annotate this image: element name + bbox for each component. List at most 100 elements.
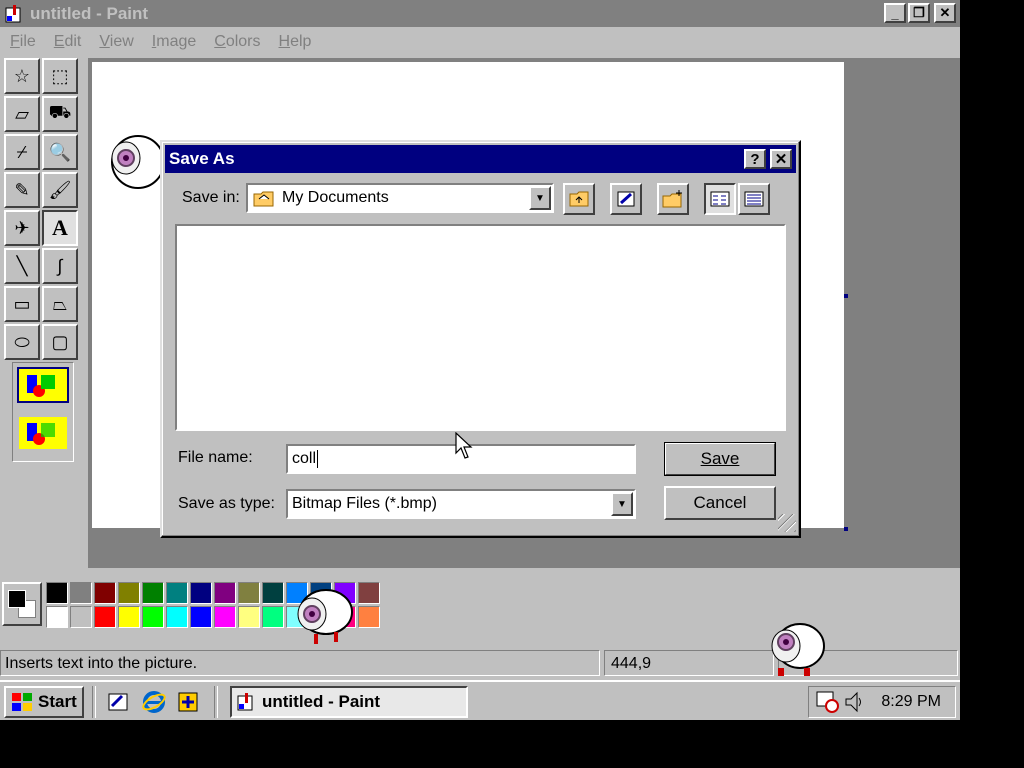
rounded-rectangle-tool-icon[interactable]: ▢ <box>42 324 78 360</box>
opaque-option[interactable] <box>17 367 69 403</box>
color-swatch[interactable] <box>94 606 116 628</box>
save-in-dropdown[interactable]: My Documents ▼ <box>246 183 554 213</box>
select-tool-icon[interactable]: ⬚ <box>42 58 78 94</box>
new-folder-icon <box>662 190 682 208</box>
menu-image[interactable]: Image <box>142 33 204 51</box>
start-button[interactable]: Start <box>4 686 84 718</box>
color-swatch[interactable] <box>118 606 140 628</box>
resize-handle-left <box>88 294 92 298</box>
fill-with-color-tool-icon[interactable]: ⛟ <box>42 96 78 132</box>
details-view-button[interactable] <box>738 183 770 215</box>
show-desktop-icon[interactable] <box>104 688 132 716</box>
color-swatch[interactable] <box>166 606 188 628</box>
folder-icon <box>253 191 274 207</box>
color-swatch[interactable] <box>70 606 92 628</box>
brush-tool-icon[interactable]: 🖌 <box>42 172 78 208</box>
close-button[interactable]: ✕ <box>934 3 956 23</box>
text-tool-icon[interactable]: A <box>42 210 78 246</box>
help-button[interactable]: ? <box>744 149 766 169</box>
color-swatch[interactable] <box>70 582 92 604</box>
dialog-title: Save As <box>169 149 235 168</box>
ellipse-tool-icon[interactable]: ⬭ <box>4 324 40 360</box>
color-swatch[interactable] <box>142 582 164 604</box>
maximize-button[interactable]: ❐ <box>908 3 930 23</box>
list-view-button[interactable] <box>704 183 736 215</box>
tool-options <box>12 362 74 462</box>
sheep-mascot-icon <box>297 589 353 644</box>
color-swatch[interactable] <box>118 582 140 604</box>
color-swatch[interactable] <box>94 582 116 604</box>
color-swatch[interactable] <box>214 582 236 604</box>
color-swatch[interactable] <box>214 606 236 628</box>
resize-handle-top <box>466 58 470 62</box>
color-swatch[interactable] <box>46 582 68 604</box>
menu-file[interactable]: File <box>0 33 44 51</box>
file-name-label: File name: <box>178 449 253 466</box>
minimize-button[interactable]: _ <box>884 3 906 23</box>
menu-colors[interactable]: Colors <box>204 33 268 51</box>
color-swatch[interactable] <box>358 606 380 628</box>
save-button[interactable]: Save <box>664 442 776 476</box>
cursor-coordinates: 444,9 <box>604 650 774 676</box>
start-label: Start <box>38 692 77 711</box>
color-swatch[interactable] <box>238 606 260 628</box>
color-swatch[interactable] <box>238 582 260 604</box>
save-as-type-label: Save as type: <box>178 495 275 512</box>
foreground-color <box>8 590 26 608</box>
pick-color-tool-icon[interactable]: ⌿ <box>4 134 40 170</box>
internet-explorer-icon[interactable] <box>140 688 168 716</box>
mouse-pointer-icon <box>455 432 473 459</box>
airbrush-tool-icon[interactable]: ✈ <box>4 210 40 246</box>
transparent-option[interactable] <box>17 415 69 451</box>
color-swatch[interactable] <box>190 606 212 628</box>
desktop-button[interactable] <box>610 183 642 215</box>
rectangle-tool-icon[interactable]: ▭ <box>4 286 40 322</box>
magnifier-tool-icon[interactable]: 🔍 <box>42 134 78 170</box>
menu-edit[interactable]: Edit <box>44 33 90 51</box>
menu-view[interactable]: View <box>89 33 141 51</box>
color-swatch[interactable] <box>142 606 164 628</box>
pencil-tool-icon[interactable]: ✎ <box>4 172 40 208</box>
color-swatch[interactable] <box>166 582 188 604</box>
chevron-down-icon[interactable]: ▼ <box>611 492 633 516</box>
scheduler-icon[interactable] <box>815 690 841 714</box>
up-one-level-button[interactable] <box>563 183 595 215</box>
desktop-icon <box>617 191 635 207</box>
clock[interactable]: 8:29 PM <box>881 693 941 711</box>
system-tray: 8:29 PM <box>808 686 956 718</box>
color-swatch[interactable] <box>262 606 284 628</box>
title-bar: untitled - Paint _ ❐ ✕ <box>0 0 960 27</box>
file-list[interactable] <box>175 224 786 431</box>
polygon-tool-icon[interactable]: ⏢ <box>42 286 78 322</box>
resize-handle-right[interactable] <box>844 294 848 298</box>
resize-handle-corner[interactable] <box>844 527 848 531</box>
color-swatch[interactable] <box>190 582 212 604</box>
file-name-value: coll <box>292 450 317 467</box>
channels-icon[interactable] <box>174 688 202 716</box>
paint-task-icon <box>237 693 253 711</box>
chevron-down-icon[interactable]: ▼ <box>529 186 551 210</box>
menu-help[interactable]: Help <box>269 33 320 51</box>
list-view-icon <box>710 191 730 207</box>
free-form-select-tool-icon[interactable]: ☆ <box>4 58 40 94</box>
current-colors[interactable] <box>2 582 42 626</box>
cancel-button[interactable]: Cancel <box>664 486 776 520</box>
new-folder-button[interactable] <box>657 183 689 215</box>
color-swatch[interactable] <box>46 606 68 628</box>
paint-app-icon[interactable] <box>4 4 24 24</box>
eraser-tool-icon[interactable]: ▱ <box>4 96 40 132</box>
window-title: untitled - Paint <box>30 3 149 23</box>
save-as-type-dropdown[interactable]: Bitmap Files (*.bmp) ▼ <box>286 489 636 519</box>
dialog-close-button[interactable]: ✕ <box>770 149 792 169</box>
save-button-label: Save <box>700 449 740 468</box>
sheep-mascot-icon <box>111 135 164 189</box>
color-swatch[interactable] <box>262 582 284 604</box>
taskbar-paint-button[interactable]: untitled - Paint <box>230 686 468 718</box>
desktop: untitled - Paint _ ❐ ✕ File Edit View Im… <box>0 0 960 720</box>
volume-icon[interactable] <box>843 690 865 714</box>
line-tool-icon[interactable]: ╲ <box>4 248 40 284</box>
color-swatch[interactable] <box>358 582 380 604</box>
curve-tool-icon[interactable]: ∫ <box>42 248 78 284</box>
save-as-type-value: Bitmap Files (*.bmp) <box>292 495 437 512</box>
dialog-resize-grip[interactable] <box>778 514 796 532</box>
